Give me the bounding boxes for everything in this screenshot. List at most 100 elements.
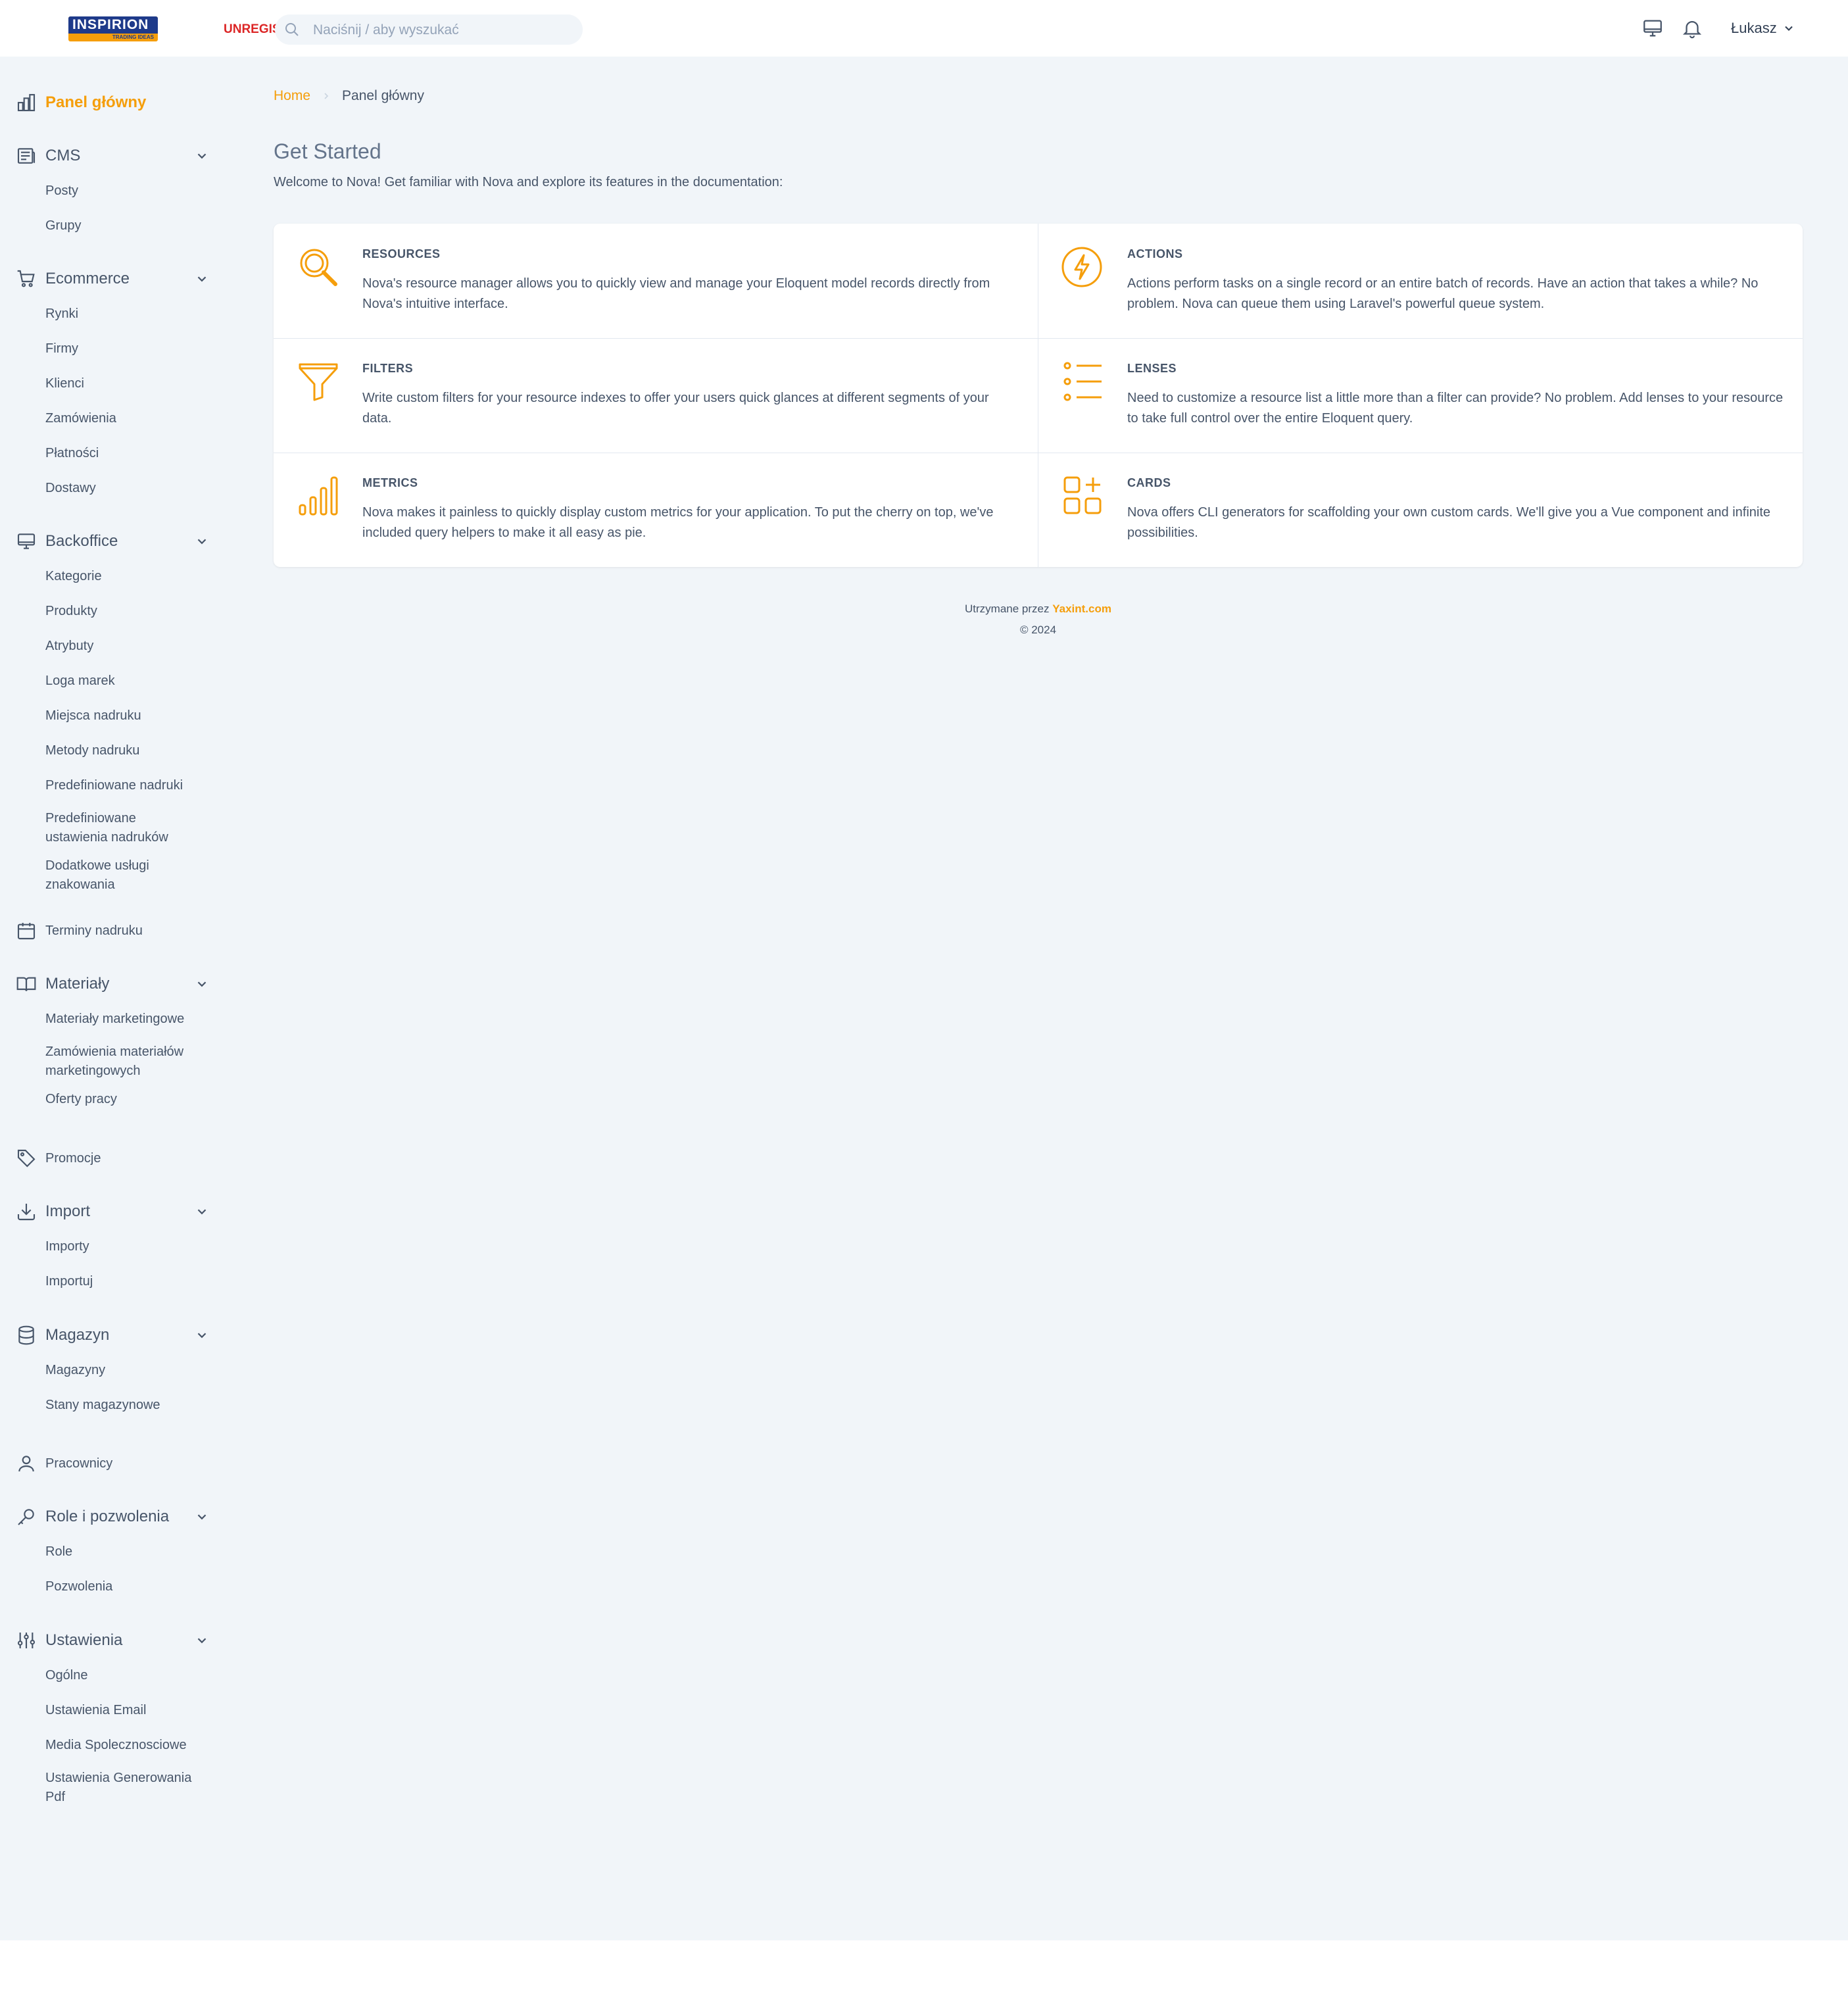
chevron-down-icon — [1784, 26, 1793, 31]
sidebar-item-clients[interactable]: Klienci — [45, 374, 216, 393]
sidebar-group-warehouse[interactable]: Magazyn — [0, 1322, 217, 1348]
feature-title: CARDS — [1127, 476, 1171, 489]
footer: Utrzymane przez Yaxint.com © 2024 — [274, 599, 1803, 641]
sidebar-item-print-places[interactable]: Miejsca nadruku — [45, 706, 216, 726]
sidebar-item-permissions[interactable]: Pozwolenia — [45, 1577, 216, 1596]
sidebar-group-ecommerce[interactable]: Ecommerce — [0, 266, 217, 292]
sidebar-group-label: Backoffice — [45, 532, 118, 550]
chevron-down-icon — [197, 981, 207, 987]
feature-title: ACTIONS — [1127, 247, 1183, 260]
unregistered-label: UNREGIS — [224, 22, 281, 36]
sidebar-item-products[interactable]: Produkty — [45, 602, 216, 621]
breadcrumb-home[interactable]: Home — [274, 88, 310, 104]
sidebar-item-predefined-prints[interactable]: Predefiniowane nadruki — [45, 776, 216, 795]
sidebar-item-print-terms[interactable]: Terminy nadruku — [0, 918, 217, 944]
database-icon — [18, 1325, 34, 1345]
search-icon — [285, 23, 299, 36]
breadcrumb-current: Panel główny — [342, 88, 424, 103]
feature-cards[interactable]: CARDS Nova offers CLI generators for sca… — [1038, 453, 1803, 567]
sidebar-item-orders[interactable]: Zamówienia — [45, 409, 216, 428]
feature-text: Nova offers CLI generators for scaffoldi… — [1127, 505, 1771, 540]
feature-title: LENSES — [1127, 362, 1177, 375]
get-started-card: RESOURCES Nova's resource manager allows… — [274, 224, 1803, 567]
sidebar-item-print-methods[interactable]: Metody nadruku — [45, 741, 216, 760]
desktop-icon[interactable] — [1641, 17, 1664, 39]
sidebar-group-cms[interactable]: CMS — [0, 143, 217, 169]
footer-link[interactable]: Yaxint.com — [1052, 603, 1111, 615]
sidebar-group-label: CMS — [45, 147, 81, 164]
sliders-icon — [17, 1633, 36, 1648]
sidebar-item-social-media[interactable]: Media Spolecznosciowe — [45, 1736, 216, 1755]
search-bar[interactable] — [275, 14, 583, 46]
sidebar-item-dashboard[interactable]: Panel główny — [0, 89, 217, 116]
chevron-right-icon — [324, 93, 329, 99]
sidebar-item-employees[interactable]: Pracownicy — [0, 1450, 217, 1477]
sidebar-item-email-settings[interactable]: Ustawienia Email — [45, 1701, 216, 1720]
sidebar-group-label: Role i pozwolenia — [45, 1508, 170, 1525]
calendar-icon — [17, 923, 36, 940]
sidebar-item-markets[interactable]: Rynki — [45, 305, 216, 324]
sidebar-item-categories[interactable]: Kategorie — [45, 567, 216, 586]
sidebar-item-deliveries[interactable]: Dostawy — [45, 479, 216, 498]
sidebar-item-roles[interactable]: Role — [45, 1542, 216, 1562]
sidebar-item-posts[interactable]: Posty — [45, 182, 216, 201]
sidebar-group-materials[interactable]: Materiały — [0, 971, 217, 997]
feature-title: RESOURCES — [362, 247, 441, 260]
sidebar-item-predefined-print-settings[interactable]: Predefiniowane ustawienia nadruków — [45, 809, 197, 847]
sidebar-item-label: Pracownicy — [45, 1456, 113, 1471]
feature-resources[interactable]: RESOURCES Nova's resource manager allows… — [274, 224, 1038, 338]
footer-copyright: © 2024 — [1019, 624, 1057, 636]
user-menu[interactable]: Łukasz — [1731, 20, 1795, 37]
feature-title: METRICS — [362, 476, 418, 489]
chevron-down-icon — [197, 1333, 207, 1339]
sidebar-group-settings[interactable]: Ustawienia — [0, 1627, 217, 1654]
sidebar-item-additional-marking[interactable]: Dodatkowe usługi znakowania — [45, 856, 177, 895]
sidebar-group-label: Materiały — [45, 975, 110, 993]
sidebar-group-backoffice[interactable]: Backoffice — [0, 528, 217, 554]
sidebar-item-brand-logos[interactable]: Loga marek — [45, 672, 216, 691]
feature-metrics[interactable]: METRICS Nova makes it painless to quickl… — [274, 453, 1038, 567]
chevron-down-icon — [197, 153, 207, 159]
footer-maintained: Utrzymane przez Yaxint.com — [274, 599, 1803, 620]
sidebar-item-groups[interactable]: Grupy — [45, 216, 216, 235]
sidebar-item-label: Promocje — [45, 1150, 101, 1166]
top-bar: INSPIRION TRADING IDEAS UNREGIS Łukasz — [0, 0, 1848, 57]
sidebar-group-import[interactable]: Import — [0, 1198, 217, 1225]
shopping-cart-icon — [17, 270, 35, 287]
feature-filters[interactable]: FILTERS Write custom filters for your re… — [274, 338, 1038, 453]
sidebar-group-label: Magazyn — [45, 1326, 110, 1344]
sidebar-item-do-import[interactable]: Importuj — [45, 1272, 216, 1291]
sidebar-item-label: Terminy nadruku — [45, 923, 143, 938]
sidebar-item-attributes[interactable]: Atrybuty — [45, 637, 216, 656]
footer-maintained-label: Utrzymane przez — [965, 603, 1050, 615]
sidebar-item-payments[interactable]: Płatności — [45, 444, 216, 463]
sidebar-item-stock-levels[interactable]: Stany magazynowe — [45, 1396, 216, 1415]
feature-lenses[interactable]: LENSES Need to customize a resource list… — [1038, 338, 1803, 453]
logo[interactable]: INSPIRION TRADING IDEAS — [68, 16, 158, 41]
page-title: Get Started — [274, 139, 381, 163]
sidebar-item-warehouses[interactable]: Magazyny — [45, 1361, 216, 1380]
sidebar-item-imports[interactable]: Importy — [45, 1237, 216, 1256]
bell-icon[interactable] — [1681, 17, 1703, 39]
intro-text: Welcome to Nova! Get familiar with Nova … — [274, 175, 783, 189]
sidebar-item-job-offers[interactable]: Oferty pracy — [45, 1090, 216, 1109]
sidebar-item-companies[interactable]: Firmy — [45, 339, 216, 358]
bar-chart-icon — [299, 476, 338, 516]
feature-text: Nova makes it painless to quickly displa… — [362, 505, 994, 540]
lightning-icon — [1061, 247, 1102, 287]
sidebar-item-marketing-materials[interactable]: Materiały marketingowe — [45, 1010, 216, 1029]
feature-text: Actions perform tasks on a single record… — [1127, 276, 1759, 311]
chevron-down-icon — [197, 276, 207, 282]
search-input[interactable] — [312, 14, 577, 46]
chart-bar-icon — [17, 93, 36, 112]
sidebar-item-pdf-settings[interactable]: Ustawienia Generowania Pdf — [45, 1769, 210, 1807]
logo-subtext: TRADING IDEAS — [112, 34, 154, 40]
sidebar-item-marketing-orders[interactable]: Zamówienia materiałów marketingowych — [45, 1043, 203, 1081]
feature-actions[interactable]: ACTIONS Actions perform tasks on a singl… — [1038, 224, 1803, 338]
chevron-down-icon — [197, 1638, 207, 1644]
feature-text: Need to customize a resource list a litt… — [1127, 391, 1784, 426]
sidebar-group-roles[interactable]: Role i pozwolenia — [0, 1504, 217, 1530]
sidebar-group-label: Ecommerce — [45, 270, 130, 287]
sidebar-item-general[interactable]: Ogólne — [45, 1666, 216, 1685]
sidebar-item-promotions[interactable]: Promocje — [0, 1145, 217, 1171]
